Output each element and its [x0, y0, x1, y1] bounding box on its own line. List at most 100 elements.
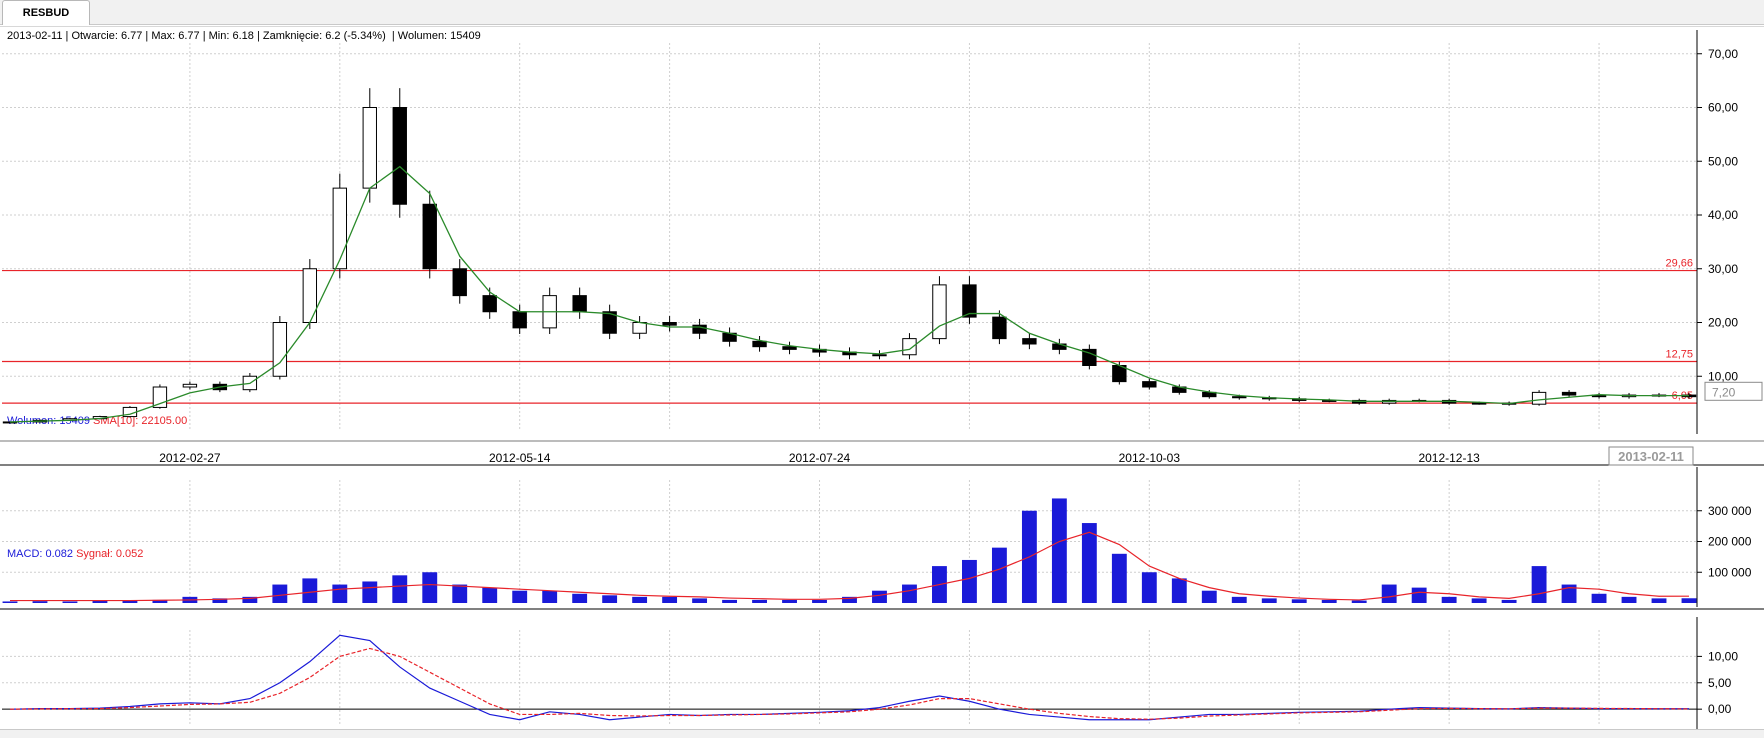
volume-bar	[1291, 599, 1307, 603]
volume-y-tick-label: 300 000	[1708, 504, 1752, 518]
candle-body	[1022, 338, 1037, 345]
volume-bar	[1201, 590, 1217, 603]
volume-y-tick-label: 100 000	[1708, 565, 1752, 579]
volume-bar	[1231, 596, 1247, 603]
volume-bar	[722, 599, 738, 603]
candle-body	[452, 268, 467, 297]
candle-body	[752, 340, 767, 348]
y-tick-label: 70,00	[1708, 47, 1738, 61]
volume-bar	[872, 590, 887, 603]
volume-bar	[1381, 584, 1397, 603]
volume-bar	[991, 547, 1007, 603]
y-tick-label: 10,00	[1708, 369, 1738, 383]
volume-bar	[1351, 600, 1367, 603]
axes	[0, 30, 1764, 729]
candle-body	[182, 383, 198, 388]
volume-bar	[1621, 596, 1637, 603]
candle-body	[572, 295, 587, 313]
volume-bar	[662, 596, 678, 603]
candle-body	[1531, 391, 1547, 405]
y-tick-label: 50,00	[1708, 154, 1738, 168]
candle-body	[332, 187, 347, 270]
volume-bar	[1141, 572, 1157, 603]
volume-bar	[1441, 596, 1457, 603]
level-label: 29,66	[1665, 258, 1693, 270]
x-tick-label: 2012-10-03	[1119, 451, 1181, 465]
candle-body	[632, 322, 647, 334]
volume-bar	[902, 584, 917, 603]
volume-bar	[752, 599, 767, 603]
volume-bar	[1501, 599, 1517, 603]
volume-bar	[2, 601, 18, 603]
volume-bar	[32, 601, 48, 603]
y-tick-label: 20,00	[1708, 316, 1738, 330]
level-label: 12,75	[1665, 348, 1693, 360]
volume-bar	[812, 599, 827, 603]
y-cursor-label: 7,20	[1712, 385, 1736, 399]
signal-line	[9, 647, 1690, 720]
candle-body	[362, 107, 377, 189]
volume-bar	[1171, 578, 1187, 603]
macd-line	[9, 634, 1690, 721]
chart-canvas[interactable]: 29,6612,756,05 2012-02-272012-05-142012-…	[0, 0, 1764, 737]
candle-body	[1471, 402, 1487, 405]
volume-bar	[362, 581, 378, 603]
macd-y-tick-label: 10,00	[1708, 649, 1738, 663]
candle-body	[1142, 381, 1157, 388]
candle-body	[782, 346, 797, 350]
price-sma-path	[9, 165, 1689, 423]
candle-body	[872, 354, 887, 357]
candle-body	[1232, 396, 1247, 399]
price-sma-line	[9, 165, 1689, 423]
volume-bar	[332, 584, 348, 603]
candle-body	[512, 311, 527, 329]
volume-bar	[572, 593, 588, 603]
volume-bar	[1531, 566, 1547, 603]
macd-lines	[9, 634, 1690, 721]
volume-bar	[632, 596, 648, 603]
volume-bar	[602, 595, 618, 603]
x-tick-label: 2012-02-27	[159, 451, 221, 465]
volume-sma-line	[10, 531, 1690, 602]
volume-bar	[692, 598, 708, 603]
volume-bar	[1471, 598, 1487, 603]
volume-bar	[1681, 598, 1697, 603]
volume-bar	[1411, 587, 1427, 603]
macd-y-tick-label: 5,00	[1708, 676, 1732, 690]
volume-bar	[1111, 553, 1127, 603]
volume-bar	[782, 599, 797, 603]
volume-bar	[452, 584, 468, 603]
candle-body	[1561, 391, 1577, 396]
candle-body	[902, 338, 917, 356]
volume-bar	[1261, 598, 1277, 603]
candle-body	[962, 284, 977, 318]
candle-body	[272, 322, 288, 377]
volume-bars	[2, 498, 1697, 603]
volume-bar	[62, 601, 78, 603]
volume-bar	[92, 600, 108, 603]
candle-body	[152, 386, 168, 408]
y-tick-label: 40,00	[1708, 208, 1738, 222]
x-cursor-label: 2013-02-11	[1618, 449, 1684, 464]
volume-bar	[512, 590, 528, 603]
volume-bar	[1321, 599, 1337, 603]
volume-bar	[422, 572, 438, 603]
volume-bar	[542, 590, 558, 603]
y-tick-label: 60,00	[1708, 101, 1738, 115]
volume-bar	[1051, 498, 1067, 603]
volume-bar	[482, 587, 498, 603]
volume-bar	[392, 575, 408, 603]
candle-body	[932, 284, 947, 340]
volume-bar	[302, 578, 318, 603]
candles	[2, 88, 1697, 424]
candle-body	[422, 203, 437, 270]
volume-bar	[1591, 593, 1607, 603]
x-tick-label: 2012-07-24	[789, 451, 851, 465]
candle-body	[992, 316, 1007, 340]
candle-body	[662, 322, 677, 326]
macd-y-tick-label: 0,00	[1708, 702, 1732, 716]
candle-body	[392, 107, 407, 205]
volume-bar	[961, 559, 977, 603]
candle-body	[482, 295, 497, 313]
x-tick-label: 2012-12-13	[1418, 451, 1480, 465]
